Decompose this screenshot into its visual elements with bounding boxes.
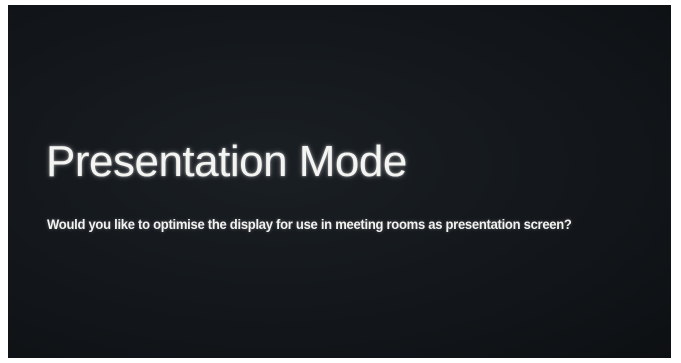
dialog-title: Presentation Mode — [46, 137, 407, 186]
dialog-message: Would you like to optimise the display f… — [47, 216, 572, 232]
tv-screen: Presentation Mode Would you like to opti… — [8, 5, 671, 358]
photo-frame: Presentation Mode Would you like to opti… — [0, 0, 681, 363]
